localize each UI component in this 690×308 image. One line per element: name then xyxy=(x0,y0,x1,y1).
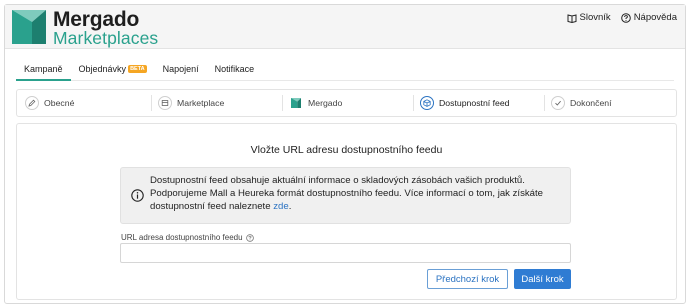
info-period: . xyxy=(288,201,292,212)
brand-wordmark[interactable]: Mergado Marketplaces xyxy=(53,9,158,48)
step-marketplace[interactable]: Marketplace xyxy=(158,90,224,116)
help-link[interactable]: Nápověda xyxy=(620,12,677,23)
tab-orders[interactable]: Objednávky BETA xyxy=(71,59,155,81)
step-label: Marketplace xyxy=(177,98,225,108)
main-tabs: Kampaně Objednávky BETA Napojení Notifika… xyxy=(16,59,674,81)
step-label: Dostupnostní feed xyxy=(439,98,510,108)
feed-url-input[interactable] xyxy=(120,243,571,263)
tab-label: Notifikace xyxy=(214,64,255,74)
step-label: Mergado xyxy=(308,98,343,108)
help-circle-icon xyxy=(620,12,631,23)
book-icon xyxy=(567,13,577,23)
feed-url-label-text: URL adresa dostupnostního feedu xyxy=(121,233,243,242)
tab-label: Kampaně xyxy=(24,64,63,74)
feed-panel: Vložte URL adresu dostupnostního feedu D… xyxy=(16,123,677,300)
box-icon xyxy=(420,96,434,110)
tab-campaigns[interactable]: Kampaně xyxy=(16,59,71,81)
pencil-icon xyxy=(25,96,39,110)
help-circle-icon[interactable] xyxy=(245,233,254,242)
help-label: Nápověda xyxy=(633,12,677,23)
step-divider xyxy=(413,95,414,111)
tab-label: Napojení xyxy=(162,64,199,74)
info-body: Dostupnostní feed obsahuje aktuální info… xyxy=(150,175,544,212)
panel-title: Vložte URL adresu dostupnostního feedu xyxy=(250,144,443,156)
info-link[interactable]: zde xyxy=(273,201,288,212)
dictionary-label: Slovník xyxy=(579,12,611,23)
dictionary-link[interactable]: Slovník xyxy=(567,12,611,23)
step-divider xyxy=(282,95,283,111)
app-frame: Mergado Marketplaces Slovník Nápověda Ka… xyxy=(4,4,686,304)
step-finish[interactable]: Dokončení xyxy=(551,90,612,116)
next-step-button[interactable]: Další krok xyxy=(514,269,571,289)
step-divider xyxy=(544,95,545,111)
brand-name: Mergado xyxy=(53,8,140,31)
mergado-logo-icon xyxy=(289,96,303,110)
step-divider xyxy=(151,95,152,111)
header-links: Slovník Nápověda xyxy=(567,12,677,23)
step-label: Dokončení xyxy=(570,98,612,108)
info-box: Dostupnostní feed obsahuje aktuální info… xyxy=(120,167,571,224)
wizard-steps: Obecné Marketplace Mergado Dostupnostní … xyxy=(16,89,677,117)
tab-notifications[interactable]: Notifikace xyxy=(207,59,263,81)
mergado-logo-icon[interactable] xyxy=(12,10,46,44)
tab-label: Objednávky xyxy=(78,64,127,74)
tab-connections[interactable]: Napojení xyxy=(155,59,207,81)
shop-icon xyxy=(158,96,172,110)
step-label: Obecné xyxy=(44,98,75,108)
check-icon xyxy=(551,96,565,110)
step-mergado[interactable]: Mergado xyxy=(289,90,342,116)
step-general[interactable]: Obecné xyxy=(25,90,74,116)
info-text: Dostupnostní feed obsahuje aktuální info… xyxy=(150,174,564,213)
top-bar: Mergado Marketplaces Slovník Nápověda xyxy=(5,5,685,49)
step-availability-feed[interactable]: Dostupnostní feed xyxy=(420,90,510,116)
beta-badge: BETA xyxy=(128,65,147,73)
previous-step-button[interactable]: Předchozí krok xyxy=(427,269,508,289)
feed-url-label: URL adresa dostupnostního feedu xyxy=(121,233,254,242)
brand-product: Marketplaces xyxy=(53,28,159,48)
info-icon xyxy=(131,189,144,202)
